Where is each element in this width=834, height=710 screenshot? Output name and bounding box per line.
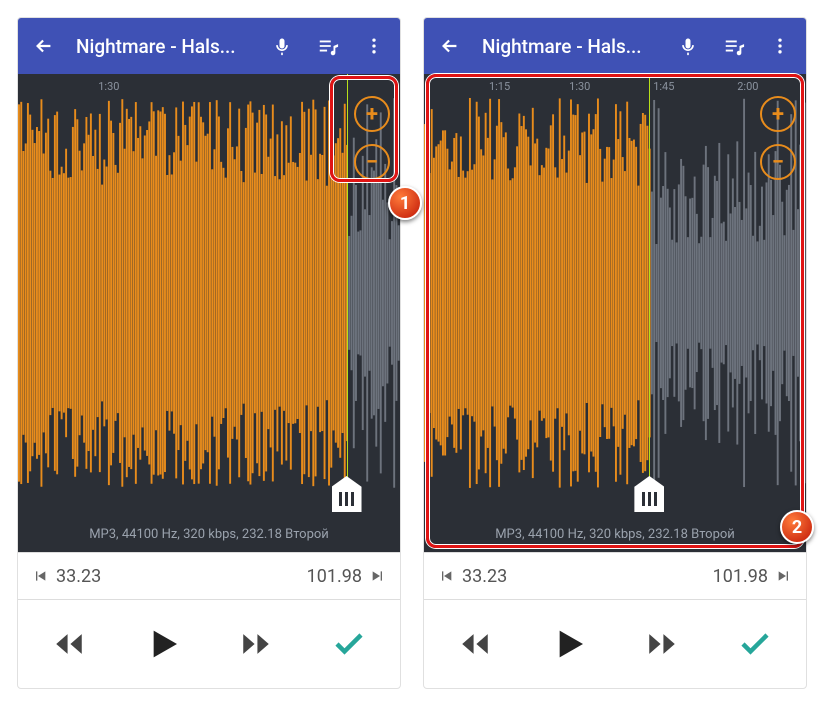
appbar: Nightmare - Hals... bbox=[424, 18, 806, 74]
back-icon[interactable] bbox=[430, 26, 470, 66]
more-icon[interactable] bbox=[354, 26, 394, 66]
mic-icon[interactable] bbox=[668, 26, 708, 66]
screenshot-right: Nightmare - Hals... 1:15 1:30 1:45 2:00 … bbox=[423, 17, 807, 689]
start-time[interactable]: 33.23 bbox=[32, 566, 101, 587]
end-time-value: 101.98 bbox=[713, 566, 768, 587]
zoom-out-button[interactable]: − bbox=[760, 144, 796, 180]
more-icon[interactable] bbox=[760, 26, 800, 66]
callout-2: 2 bbox=[780, 510, 814, 544]
play-button[interactable] bbox=[540, 616, 596, 672]
start-time[interactable]: 33.23 bbox=[438, 566, 507, 587]
end-time-value: 101.98 bbox=[307, 566, 362, 587]
start-time-value: 33.23 bbox=[462, 566, 507, 587]
audio-meta: MP3, 44100 Hz, 320 kbps, 232.18 Второй bbox=[424, 527, 806, 542]
waveform bbox=[424, 94, 806, 492]
forward-button[interactable] bbox=[228, 616, 284, 672]
waveform bbox=[18, 94, 400, 492]
waveform-area[interactable]: 1:30 + − MP3, 44100 Hz, 320 kbps, 232.18… bbox=[18, 74, 400, 552]
confirm-button[interactable] bbox=[727, 616, 783, 672]
rewind-button[interactable] bbox=[41, 616, 97, 672]
screenshot-left: Nightmare - Hals... 1:30 + − MP3, 44100 … bbox=[17, 17, 401, 689]
confirm-button[interactable] bbox=[321, 616, 377, 672]
waveform-area[interactable]: 1:15 1:30 1:45 2:00 + − MP3, 44100 Hz, 3… bbox=[424, 74, 806, 552]
playlist-icon[interactable] bbox=[308, 26, 348, 66]
app-title: Nightmare - Hals... bbox=[76, 35, 256, 58]
time-range-row: 33.23 101.98 bbox=[424, 552, 806, 600]
playhead bbox=[347, 74, 348, 512]
playback-controls bbox=[18, 600, 400, 688]
playhead bbox=[649, 74, 650, 512]
audio-meta: MP3, 44100 Hz, 320 kbps, 232.18 Второй bbox=[18, 527, 400, 542]
end-time[interactable]: 101.98 bbox=[307, 566, 386, 587]
zoom-controls: + − bbox=[760, 96, 796, 180]
mic-icon[interactable] bbox=[262, 26, 302, 66]
forward-button[interactable] bbox=[634, 616, 690, 672]
zoom-out-button[interactable]: − bbox=[354, 144, 390, 180]
rewind-button[interactable] bbox=[447, 616, 503, 672]
playback-controls bbox=[424, 600, 806, 688]
zoom-in-button[interactable]: + bbox=[354, 96, 390, 132]
back-icon[interactable] bbox=[24, 26, 64, 66]
callout-1: 1 bbox=[388, 186, 422, 220]
playlist-icon[interactable] bbox=[714, 26, 754, 66]
play-button[interactable] bbox=[134, 616, 190, 672]
start-time-value: 33.23 bbox=[56, 566, 101, 587]
time-range-row: 33.23 101.98 bbox=[18, 552, 400, 600]
end-time[interactable]: 101.98 bbox=[713, 566, 792, 587]
appbar: Nightmare - Hals... bbox=[18, 18, 400, 74]
zoom-controls: + − bbox=[354, 96, 390, 180]
zoom-in-button[interactable]: + bbox=[760, 96, 796, 132]
app-title: Nightmare - Hals... bbox=[482, 35, 662, 58]
